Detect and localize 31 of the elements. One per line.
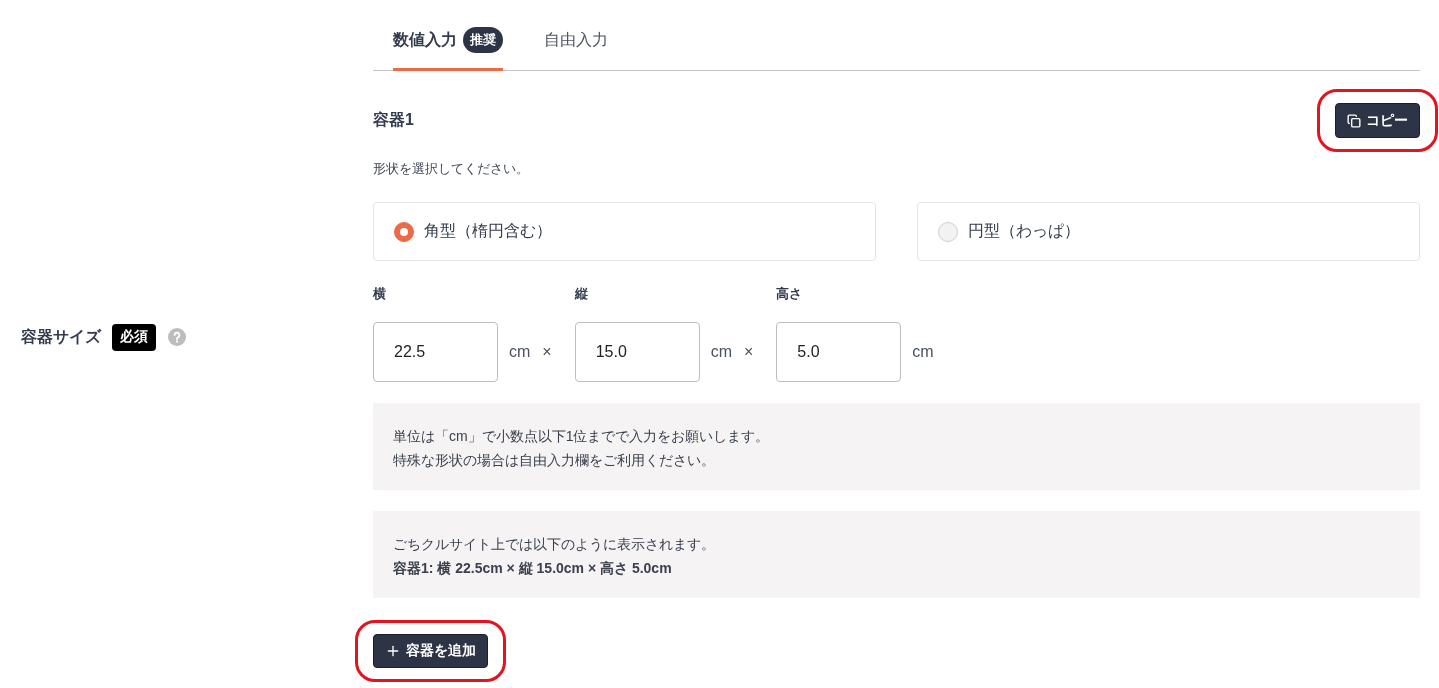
dimension-input[interactable]: 15.0 (574, 322, 700, 382)
dimension-input[interactable]: 5.0 (776, 322, 902, 382)
radio-button[interactable] (938, 221, 958, 242)
unit-label: cm (509, 343, 531, 361)
field-label: 容器サイズ (21, 326, 101, 347)
unit-label: cm (912, 343, 934, 361)
tab[interactable]: 自由入力 (544, 6, 608, 71)
dimension-input[interactable]: 22.5 (373, 322, 498, 382)
container-title: 容器1 (373, 110, 414, 130)
preview-summary: 容器1: 横 22.5cm × 縦 15.0cm × 高さ 5.0cm (393, 559, 673, 578)
times-sign: × (744, 343, 754, 361)
plus-icon (385, 643, 401, 659)
shape-prompt: 形状を選択してください。 (373, 160, 530, 178)
tab[interactable]: 数値入力 推奨 (393, 6, 503, 71)
shape-option[interactable]: 角型（楕円含む） (373, 202, 876, 261)
unit-label: cm (710, 343, 732, 361)
copy-button[interactable]: コピー (1335, 103, 1420, 138)
required-badge: 必須 (112, 323, 156, 351)
recommended-badge: 推奨 (463, 27, 503, 53)
dimension-label: 高さ (776, 285, 804, 303)
preview-intro: ごちクルサイト上では以下のように表示されます。 (393, 535, 716, 554)
radio-button[interactable] (394, 221, 414, 242)
help-icon[interactable] (168, 328, 186, 346)
dimension-label: 横 (373, 285, 387, 303)
times-sign: × (542, 343, 552, 361)
note-text: 単位は「cm」で小数点以下1位までで入力をお願いします。 (393, 427, 771, 446)
note-text: 特殊な形状の場合は自由入力欄をご利用ください。 (393, 451, 716, 470)
add-container-button[interactable]: 容器を追加 (373, 634, 488, 668)
copy-icon (1347, 113, 1361, 128)
shape-option[interactable]: 円型（わっぱ） (917, 202, 1420, 261)
dimension-label: 縦 (574, 285, 589, 303)
